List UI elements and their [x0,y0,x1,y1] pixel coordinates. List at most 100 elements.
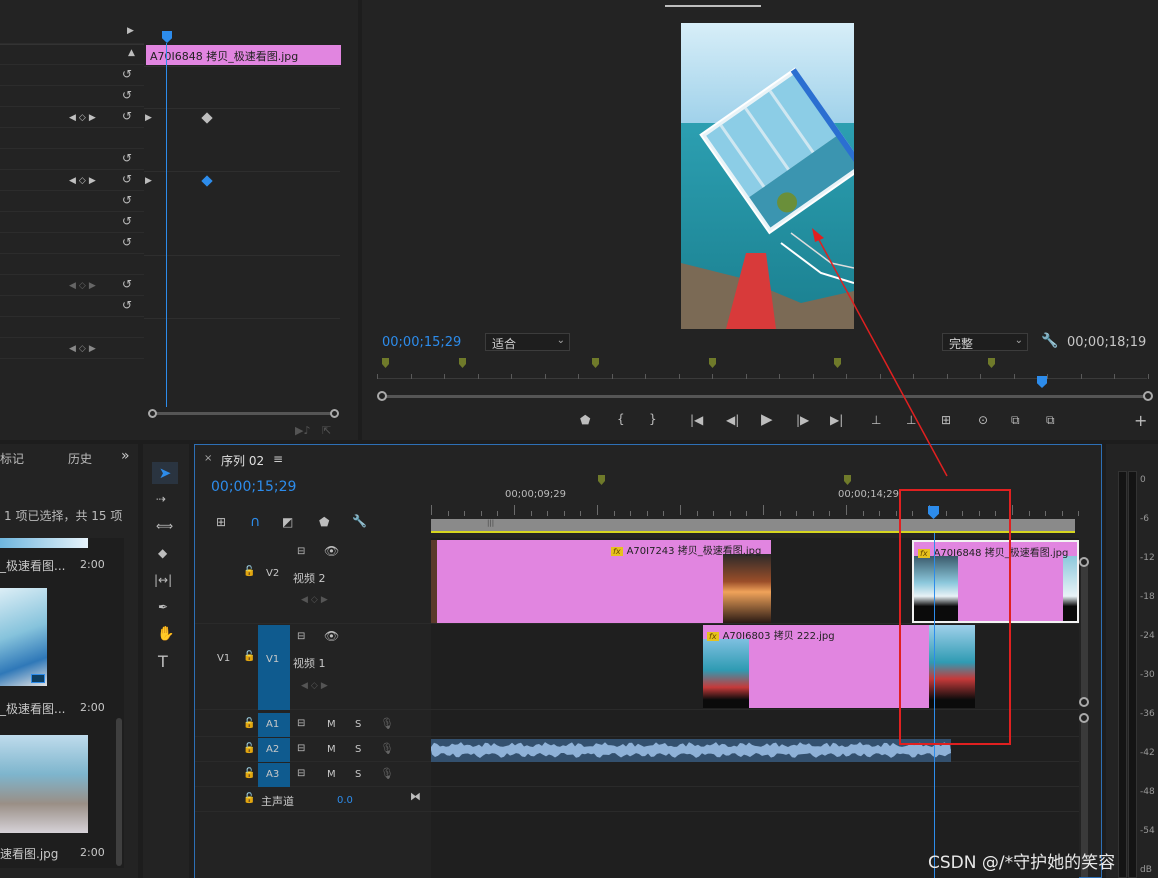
mute-button[interactable]: M [327,769,336,780]
expand-arrow-icon[interactable]: ▶ [127,26,134,36]
collapse-arrow-icon[interactable]: ▲ [128,48,135,58]
step-forward-icon[interactable]: |▶ [796,413,809,427]
keyframe-navigator[interactable]: ◀◇▶ [69,281,99,291]
selection-tool-icon[interactable]: ➤ [152,462,178,484]
mark-in-icon[interactable]: { [617,412,625,426]
insert-icon[interactable]: ⊞ [941,413,951,427]
reset-parameter-icon[interactable]: ↺ [122,172,132,186]
keyframe-navigator[interactable]: ◀◇▶ [69,176,99,186]
mute-button[interactable]: M [327,744,336,755]
razor-tool-icon[interactable]: ◆ [158,546,167,560]
v2-clip-1[interactable]: fx A70I7243 拷贝_极速看图.jpg [431,540,771,623]
track-toggle-a2[interactable]: A2 [266,744,279,755]
master-mute-icon[interactable]: ⧓ [410,790,421,803]
effect-zoom-scrollbar[interactable] [148,409,339,418]
effect-clip-bar[interactable]: A70I6848 拷贝_极速看图.jpg [146,45,341,65]
monitor-zoom-bar[interactable] [377,391,1153,401]
toggle-sync-lock-icon[interactable]: ⊟ [297,743,305,754]
play-icon[interactable]: ▶ [761,410,773,428]
monitor-playhead[interactable] [1037,376,1047,388]
monitor-ruler[interactable] [377,356,1153,402]
track-select-tool-icon[interactable]: ⇢ [156,492,166,506]
program-current-time[interactable]: 00;00;15;29 [382,335,461,350]
program-video-frame[interactable] [681,23,854,329]
go-to-in-icon[interactable]: |◀ [690,413,703,427]
add-button-icon[interactable]: + [1134,411,1147,430]
lock-icon[interactable]: 🔓 [243,566,255,577]
slip-tool-icon[interactable]: |↔| [154,573,172,587]
ripple-edit-tool-icon[interactable]: ⟺ [156,519,173,533]
monitor-marker[interactable] [834,358,841,368]
snap-magnet-icon[interactable]: ∩ [250,514,260,530]
solo-button[interactable]: S [355,769,361,780]
lock-icon[interactable]: 🔓 [243,768,255,779]
lock-icon[interactable]: 🔓 [243,793,255,804]
quality-select[interactable]: 完整 ⌄ [942,333,1028,351]
lift-icon[interactable]: ⊥ [871,413,881,427]
list-item[interactable]: 速看图.jpg 2:00 [0,735,124,865]
settings-wrench-icon[interactable]: 🔧 [1041,333,1058,349]
reset-parameter-icon[interactable]: ↺ [122,235,132,249]
reset-parameter-icon[interactable]: ↺ [122,88,132,102]
video-tracks-scrollbar[interactable] [1081,560,1088,704]
monitor-marker[interactable] [709,358,716,368]
keyframe-navigator[interactable]: ◀◇▶ [301,595,331,605]
reset-parameter-icon[interactable]: ↺ [122,193,132,207]
track-toggle-a3[interactable]: A3 [266,769,279,780]
reset-parameter-icon[interactable]: ↺ [122,277,132,291]
go-to-out-icon[interactable]: ▶| [830,413,843,427]
audio-mute-icon[interactable]: ▶♪ [295,424,310,437]
extract-icon[interactable]: ⊥ [906,413,916,427]
tab-markers[interactable]: 标记 [0,450,24,467]
keyframe-navigator[interactable]: ◀◇▶ [69,113,99,123]
sequence-tab-title[interactable]: 序列 02 [221,452,264,469]
microphone-icon[interactable]: 🎙 [380,742,394,755]
monitor-marker[interactable] [459,358,466,368]
mark-out-icon[interactable]: } [649,412,657,426]
keyframe-arrow-icon[interactable]: ▶ [145,113,152,123]
track-toggle-v1[interactable]: V1 [266,654,279,665]
fit-select[interactable]: 适合 ⌄ [485,333,570,351]
lock-icon[interactable]: 🔓 [243,651,255,662]
type-tool-icon[interactable]: T [158,652,168,671]
reset-parameter-icon[interactable]: ↺ [122,298,132,312]
nest-sequence-icon[interactable]: ⊞ [216,515,226,529]
monitor-marker[interactable] [592,358,599,368]
microphone-icon[interactable]: 🎙 [380,767,394,780]
lock-icon[interactable]: 🔓 [243,743,255,754]
lock-icon[interactable]: 🔓 [243,718,255,729]
step-back-icon[interactable]: ◀| [726,413,739,427]
toggle-sync-lock-icon[interactable]: ⊟ [297,631,305,642]
eye-visibility-icon[interactable]: 👁 [324,544,339,558]
keyframe-arrow-icon[interactable]: ▶ [145,176,152,186]
comparison-view-icon[interactable]: ⧉ [1011,413,1020,428]
timeline-settings-wrench-icon[interactable]: 🔧 [352,514,367,528]
proxy-toggle-icon[interactable]: ⧉ [1046,413,1055,428]
export-icon[interactable]: ⇱ [322,424,331,437]
linked-selection-icon[interactable]: ◩ [282,515,293,529]
microphone-icon[interactable]: 🎙 [380,717,394,730]
export-frame-camera-icon[interactable]: ⊙ [978,413,988,427]
solo-button[interactable]: S [355,744,361,755]
keyframe-navigator[interactable]: ◀◇▶ [69,344,99,354]
tab-history[interactable]: 历史 [68,450,92,467]
pen-tool-icon[interactable]: ✒ [158,600,168,614]
monitor-marker[interactable] [988,358,995,368]
reset-parameter-icon[interactable]: ↺ [122,214,132,228]
track-toggle-a1[interactable]: A1 [266,719,279,730]
solo-button[interactable]: S [355,719,361,730]
add-marker-icon[interactable]: ⬟ [319,515,329,529]
ruler-marker[interactable] [844,475,851,485]
timeline-current-time[interactable]: 00;00;15;29 [211,479,296,495]
project-scrollbar[interactable] [116,718,122,866]
toggle-sync-lock-icon[interactable]: ⊟ [297,546,305,557]
ruler-marker[interactable] [598,475,605,485]
toggle-sync-lock-icon[interactable]: ⊟ [297,768,305,779]
eye-visibility-icon[interactable]: 👁 [324,629,339,643]
sequence-menu-icon[interactable]: ≡ [273,452,283,466]
toggle-sync-lock-icon[interactable]: ⊟ [297,718,305,729]
keyframe-navigator[interactable]: ◀◇▶ [301,681,331,691]
list-item[interactable]: _极速看图... 2:00 [0,538,124,580]
monitor-marker[interactable] [382,358,389,368]
master-volume-value[interactable]: 0.0 [337,795,353,806]
